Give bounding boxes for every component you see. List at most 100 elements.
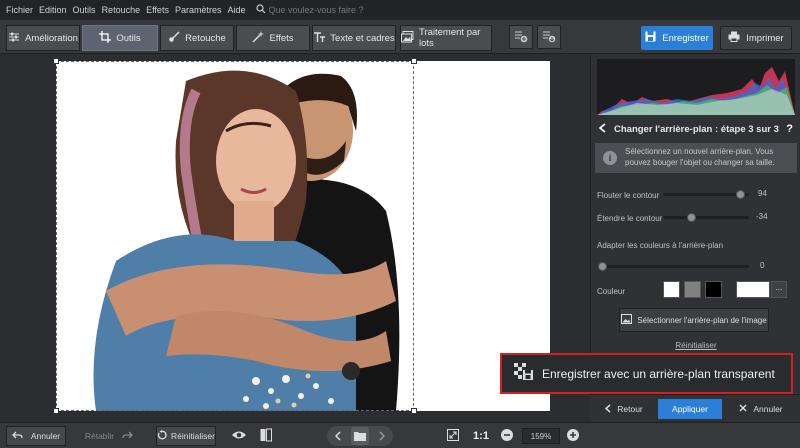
zoom-out-button[interactable] <box>498 427 516 445</box>
cancel-label: Annuler <box>753 404 783 414</box>
slider-track[interactable] <box>663 216 749 219</box>
tab-retouche[interactable]: Retouche <box>160 25 234 51</box>
batch-icon <box>401 30 419 46</box>
tab-label: Retouche <box>185 32 226 44</box>
apply-button[interactable]: Appliquer <box>658 399 722 419</box>
zoom-in-button[interactable] <box>564 427 582 445</box>
slider-label: Adapter les couleurs à l'arrière-plan <box>597 240 724 250</box>
tab-label: Effets <box>269 32 294 44</box>
undo-button[interactable]: Annuler <box>6 426 66 446</box>
resize-handle[interactable] <box>53 408 59 414</box>
actual-size-button[interactable]: 1:1 <box>470 426 492 446</box>
prev-image-button[interactable] <box>329 427 347 445</box>
minus-icon <box>501 428 513 444</box>
menu-bar: Fichier Edition Outils Retouche Effets P… <box>0 0 800 20</box>
reset-link[interactable]: Réinitialiser <box>591 341 800 350</box>
slider-thumb[interactable] <box>687 213 696 222</box>
add-layer-button[interactable] <box>509 25 533 49</box>
resize-handle[interactable] <box>411 408 417 414</box>
image-icon <box>621 314 637 326</box>
tab-effets[interactable]: Effets <box>236 25 310 51</box>
tab-traitement-lots[interactable]: Traitement par lots <box>400 25 492 51</box>
toolbar: Amélioration Outils Retouche Effets Text… <box>0 20 800 54</box>
preview-eye-button[interactable] <box>230 427 248 445</box>
panel-actions: Retour Appliquer Annuler <box>590 394 800 422</box>
compare-icon <box>260 428 272 445</box>
folder-button[interactable] <box>351 427 369 445</box>
next-image-button[interactable] <box>373 427 391 445</box>
compare-button[interactable] <box>257 427 275 445</box>
slider-value: -34 <box>756 212 768 221</box>
cancel-button[interactable]: Annuler <box>730 399 792 419</box>
redo-icon <box>122 431 134 441</box>
redo-button[interactable]: Rétablir <box>77 426 141 446</box>
slider-thumb[interactable] <box>736 190 745 199</box>
selection-frame[interactable] <box>53 58 417 414</box>
swatch-gray[interactable] <box>684 281 701 298</box>
menu-parametres[interactable]: Paramètres <box>175 5 222 15</box>
back-label: Retour <box>617 404 643 414</box>
swatch-black[interactable] <box>705 281 722 298</box>
floppy-icon <box>645 31 662 45</box>
slider-value: 0 <box>760 261 765 270</box>
save-label: Enregistrer <box>662 32 709 44</box>
magic-wand-icon <box>252 30 269 46</box>
info-text: Sélectionnez un nouvel arrière-plan. Vou… <box>625 147 775 167</box>
swatch-white[interactable] <box>663 281 680 298</box>
transparent-save-icon <box>514 363 534 384</box>
back-chevron-icon[interactable] <box>598 122 606 136</box>
slider-value: 94 <box>758 189 767 198</box>
redo-label: Rétablir <box>84 431 115 441</box>
menu-retouche[interactable]: Retouche <box>102 5 141 15</box>
tab-label: Texte et cadres <box>330 32 395 44</box>
tab-texte-cadres[interactable]: Texte et cadres <box>312 25 396 51</box>
navigation-group <box>327 426 393 446</box>
menu-aide[interactable]: Aide <box>227 5 245 15</box>
reset-button[interactable]: Réinitialiser <box>156 426 216 446</box>
text-icon <box>313 31 330 46</box>
apply-label: Appliquer <box>672 404 708 414</box>
sliders-icon <box>8 31 25 46</box>
custom-color-swatch[interactable] <box>736 281 770 298</box>
menu-edition[interactable]: Edition <box>39 5 67 15</box>
menu-outils[interactable]: Outils <box>73 5 96 15</box>
tab-label: Traitement par lots <box>419 27 481 49</box>
menu-fichier[interactable]: Fichier <box>6 5 33 15</box>
slider-thumb[interactable] <box>598 262 607 271</box>
slider-label: Flouter le contour <box>597 190 660 200</box>
menu-effets[interactable]: Effets <box>146 5 169 15</box>
menu-search <box>255 3 389 17</box>
zoom-value[interactable]: 159% <box>522 428 560 444</box>
fit-screen-icon <box>447 428 459 444</box>
tab-label: Amélioration <box>25 32 78 44</box>
save-button[interactable]: Enregistrer <box>641 26 713 50</box>
tab-outils[interactable]: Outils <box>82 25 158 51</box>
crop-icon <box>99 30 116 46</box>
help-button[interactable]: ? <box>786 123 793 135</box>
chevron-left-icon <box>605 403 611 415</box>
info-icon: i <box>603 151 617 165</box>
print-button[interactable]: Imprimer <box>720 26 792 50</box>
print-label: Imprimer <box>746 32 784 44</box>
select-background-image-button[interactable]: Sélectionner l'arrière-plan de l'image <box>619 308 769 332</box>
more-colors-button[interactable]: ... <box>771 281 787 298</box>
slider-track[interactable] <box>599 265 749 268</box>
search-input[interactable] <box>268 5 389 15</box>
back-button[interactable]: Retour <box>596 399 652 419</box>
save-transparent-callout[interactable]: Enregistrer avec un arrière-plan transpa… <box>500 353 793 394</box>
info-box: i Sélectionnez un nouvel arrière-plan. V… <box>595 143 797 173</box>
couleur-label: Couleur <box>597 287 626 296</box>
slider-label: Étendre le contour <box>597 213 663 223</box>
resize-handle[interactable] <box>411 58 417 64</box>
tab-label: Outils <box>116 32 141 44</box>
select-bg-label: Sélectionner l'arrière-plan de l'image <box>637 315 767 325</box>
layer-add-icon <box>514 29 528 46</box>
layer-export-icon <box>542 29 556 46</box>
resize-handle[interactable] <box>53 58 59 64</box>
close-icon <box>739 404 747 414</box>
export-layer-button[interactable] <box>537 25 561 49</box>
undo-label: Annuler <box>30 431 61 441</box>
fit-screen-button[interactable] <box>444 427 462 445</box>
reset-icon <box>157 430 167 442</box>
tab-amelioration[interactable]: Amélioration <box>6 25 80 51</box>
